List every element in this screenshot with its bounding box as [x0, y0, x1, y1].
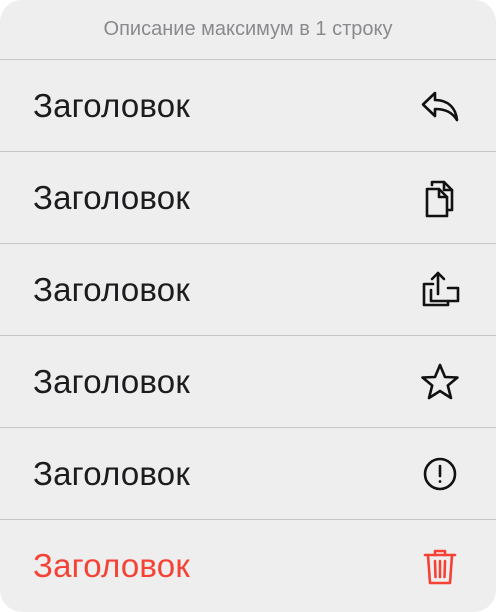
menu-item-report[interactable]: Заголовок: [0, 428, 496, 520]
menu-item-copy[interactable]: Заголовок: [0, 152, 496, 244]
menu-item-label: Заголовок: [33, 270, 190, 308]
share-icon: [418, 268, 462, 312]
menu-item-label: Заголовок: [33, 178, 190, 216]
menu-header: Описание максимум в 1 строку: [0, 0, 496, 60]
menu-item-delete[interactable]: Заголовок: [0, 520, 496, 612]
context-menu: Описание максимум в 1 строку Заголовок З…: [0, 0, 496, 612]
trash-icon: [418, 544, 462, 588]
menu-item-label: Заголовок: [33, 362, 190, 400]
menu-item-label: Заголовок: [33, 86, 190, 124]
exclamation-circle-icon: [418, 452, 462, 496]
copy-icon: [418, 176, 462, 220]
menu-item-label: Заголовок: [33, 547, 190, 584]
menu-item-label: Заголовок: [33, 454, 190, 492]
star-icon: [418, 360, 462, 404]
menu-item-share[interactable]: Заголовок: [0, 244, 496, 336]
menu-item-favorite[interactable]: Заголовок: [0, 336, 496, 428]
menu-item-reply[interactable]: Заголовок: [0, 60, 496, 152]
menu-description: Описание максимум в 1 строку: [103, 18, 393, 40]
reply-icon: [418, 84, 462, 128]
